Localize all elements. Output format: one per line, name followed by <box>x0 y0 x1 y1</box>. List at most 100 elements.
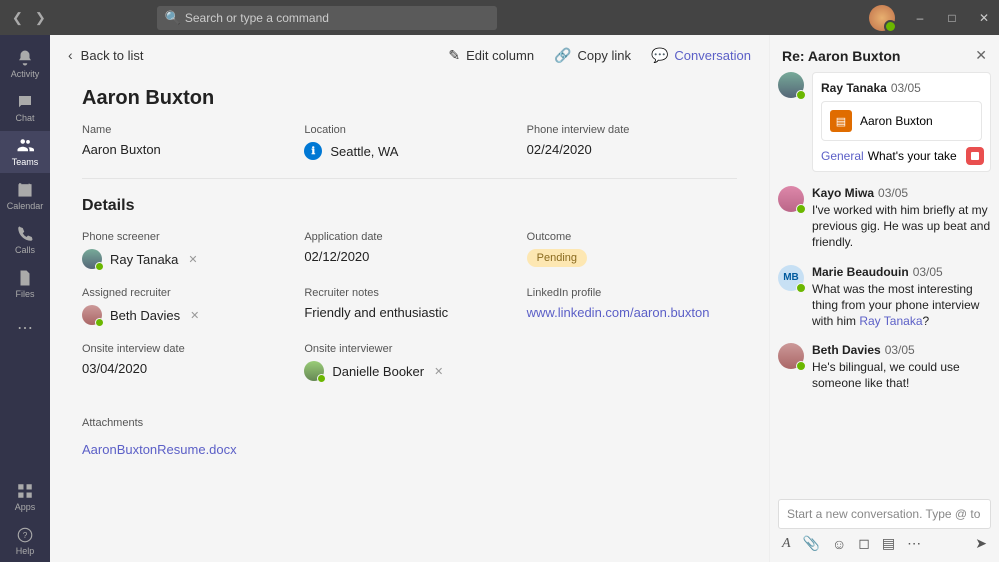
rail-activity[interactable]: Activity <box>0 43 50 85</box>
back-to-list[interactable]: ‹ Back to list <box>68 47 144 63</box>
teams-icon <box>16 137 34 155</box>
message-date: 03/05 <box>913 265 943 279</box>
message-avatar <box>778 72 804 98</box>
message-text: He's bilingual, we could use someone lik… <box>812 359 991 391</box>
rail-teams[interactable]: Teams <box>0 131 50 173</box>
person-name: Beth Davies <box>110 308 180 323</box>
calendar-icon <box>16 181 34 199</box>
field-value: 02/24/2020 <box>527 142 737 157</box>
search-input[interactable] <box>157 6 497 30</box>
maximize-button[interactable]: □ <box>945 11 959 25</box>
emoji-icon[interactable]: ☺ <box>832 536 846 552</box>
message-avatar <box>778 343 804 369</box>
copy-link-button[interactable]: 🔗 Copy link <box>554 47 631 64</box>
message-thread: Ray Tanaka 03/05 ▤ Aaron Buxton General Wh… <box>770 72 999 491</box>
message: Kayo Miwa 03/05 I've worked with him brie… <box>778 186 991 251</box>
field-value: Pending <box>527 249 737 267</box>
attach-icon[interactable]: 📎 <box>803 535 820 552</box>
author-name: Marie Beaudouin <box>812 265 909 279</box>
close-conversation-button[interactable]: ✕ <box>975 47 987 64</box>
edit-column-label: Edit column <box>466 48 534 63</box>
close-button[interactable]: ✕ <box>977 11 991 25</box>
nav-forward-icon[interactable]: ❯ <box>35 10 46 26</box>
field-value: Ray Tanaka ✕ <box>82 249 292 269</box>
app-rail: Activity Chat Teams Calendar Calls Files… <box>0 35 50 562</box>
author-name: Kayo Miwa <box>812 186 874 200</box>
message-text: I've worked with him briefly at my previ… <box>812 202 991 251</box>
compose-input[interactable] <box>778 499 991 529</box>
help-icon: ? <box>16 526 34 544</box>
record-pane: ‹ Back to list ✎ Edit column 🔗 Copy link… <box>50 35 769 562</box>
attachment-title: Aaron Buxton <box>860 114 933 128</box>
record-title: Aaron Buxton <box>82 87 737 110</box>
gif-icon[interactable]: ◻ <box>858 535 870 552</box>
person-avatar <box>304 361 324 381</box>
nav-back-icon[interactable]: ❮ <box>12 10 23 26</box>
apps-icon <box>16 482 34 500</box>
file-icon <box>16 269 34 287</box>
edit-column-button[interactable]: ✎ Edit column <box>448 47 534 64</box>
rail-calendar[interactable]: Calendar <box>0 175 50 217</box>
message-text: What was the most interesting thing from… <box>812 281 991 330</box>
field-value: 02/12/2020 <box>304 249 514 264</box>
rail-files-label: Files <box>15 289 34 299</box>
field-value: Aaron Buxton <box>82 142 292 157</box>
linkedin-link[interactable]: www.linkedin.com/aaron.buxton <box>527 305 710 320</box>
format-icon[interactable]: A <box>782 536 791 552</box>
record-toolbar: ‹ Back to list ✎ Edit column 🔗 Copy link… <box>50 35 769 75</box>
list-icon: ▤ <box>830 110 852 132</box>
chevron-left-icon: ‹ <box>68 47 73 63</box>
profile-avatar[interactable] <box>869 5 895 31</box>
rail-apps[interactable]: Apps <box>0 476 50 518</box>
message-date: 03/05 <box>878 186 908 200</box>
field-value: Danielle Booker ✕ <box>304 361 514 381</box>
send-button[interactable]: ➤ <box>975 535 987 552</box>
rail-chat[interactable]: Chat <box>0 87 50 129</box>
rail-activity-label: Activity <box>11 69 40 79</box>
field-label: Recruiter notes <box>304 287 514 299</box>
minimize-button[interactable]: – <box>913 11 927 25</box>
field-label: Name <box>82 124 292 136</box>
rail-help[interactable]: ? Help <box>0 520 50 562</box>
conversation-pane: Re: Aaron Buxton ✕ Ray Tanaka 03/05 ▤ Aar… <box>769 35 999 562</box>
conversation-button[interactable]: 💬 Conversation <box>651 47 751 64</box>
field-label: Onsite interview date <box>82 343 292 355</box>
bell-icon <box>16 49 34 67</box>
location-text: Seattle, WA <box>330 144 398 159</box>
field-label: Phone interview date <box>527 124 737 136</box>
message-date: 03/05 <box>885 343 915 357</box>
channel-link[interactable]: General <box>821 149 864 163</box>
message-avatar: MB <box>778 265 804 291</box>
rail-calls[interactable]: Calls <box>0 219 50 261</box>
person-name: Danielle Booker <box>332 364 424 379</box>
field-label: Onsite interviewer <box>304 343 514 355</box>
rail-help-label: Help <box>16 546 35 556</box>
message: Ray Tanaka03/05 ▤ Aaron Buxton GeneralWh… <box>778 72 991 172</box>
remove-person-button[interactable]: ✕ <box>190 309 199 322</box>
rail-more[interactable]: ⋯ <box>0 307 50 349</box>
person-avatar <box>82 249 102 269</box>
more-icon[interactable]: ⋯ <box>907 535 921 552</box>
conversation-title: Re: Aaron Buxton <box>782 48 900 64</box>
person-name: Ray Tanaka <box>110 252 178 267</box>
attachment-link[interactable]: AaronBuxtonResume.docx <box>82 442 237 457</box>
sticker-icon[interactable]: ▤ <box>882 535 895 552</box>
message-text: What's your take <box>868 149 957 163</box>
mention-link[interactable]: Ray Tanaka <box>859 314 922 328</box>
back-label: Back to list <box>81 48 144 63</box>
title-bar: ❮ ❯ 🔍 – □ ✕ <box>0 0 999 35</box>
attachment-card[interactable]: ▤ Aaron Buxton <box>821 101 982 141</box>
remove-person-button[interactable]: ✕ <box>188 253 197 266</box>
field-value: ℹ Seattle, WA <box>304 142 514 160</box>
message: MB Marie Beaudouin 03/05 What was the mos… <box>778 265 991 330</box>
phone-icon <box>16 225 34 243</box>
field-label: Assigned recruiter <box>82 287 292 299</box>
field-label: Outcome <box>527 231 737 243</box>
rail-files[interactable]: Files <box>0 263 50 305</box>
conversation-label: Conversation <box>674 48 751 63</box>
remove-person-button[interactable]: ✕ <box>434 365 443 378</box>
rail-chat-label: Chat <box>15 113 34 123</box>
rail-calendar-label: Calendar <box>7 201 44 211</box>
details-heading: Details <box>82 197 737 215</box>
rail-calls-label: Calls <box>15 245 35 255</box>
